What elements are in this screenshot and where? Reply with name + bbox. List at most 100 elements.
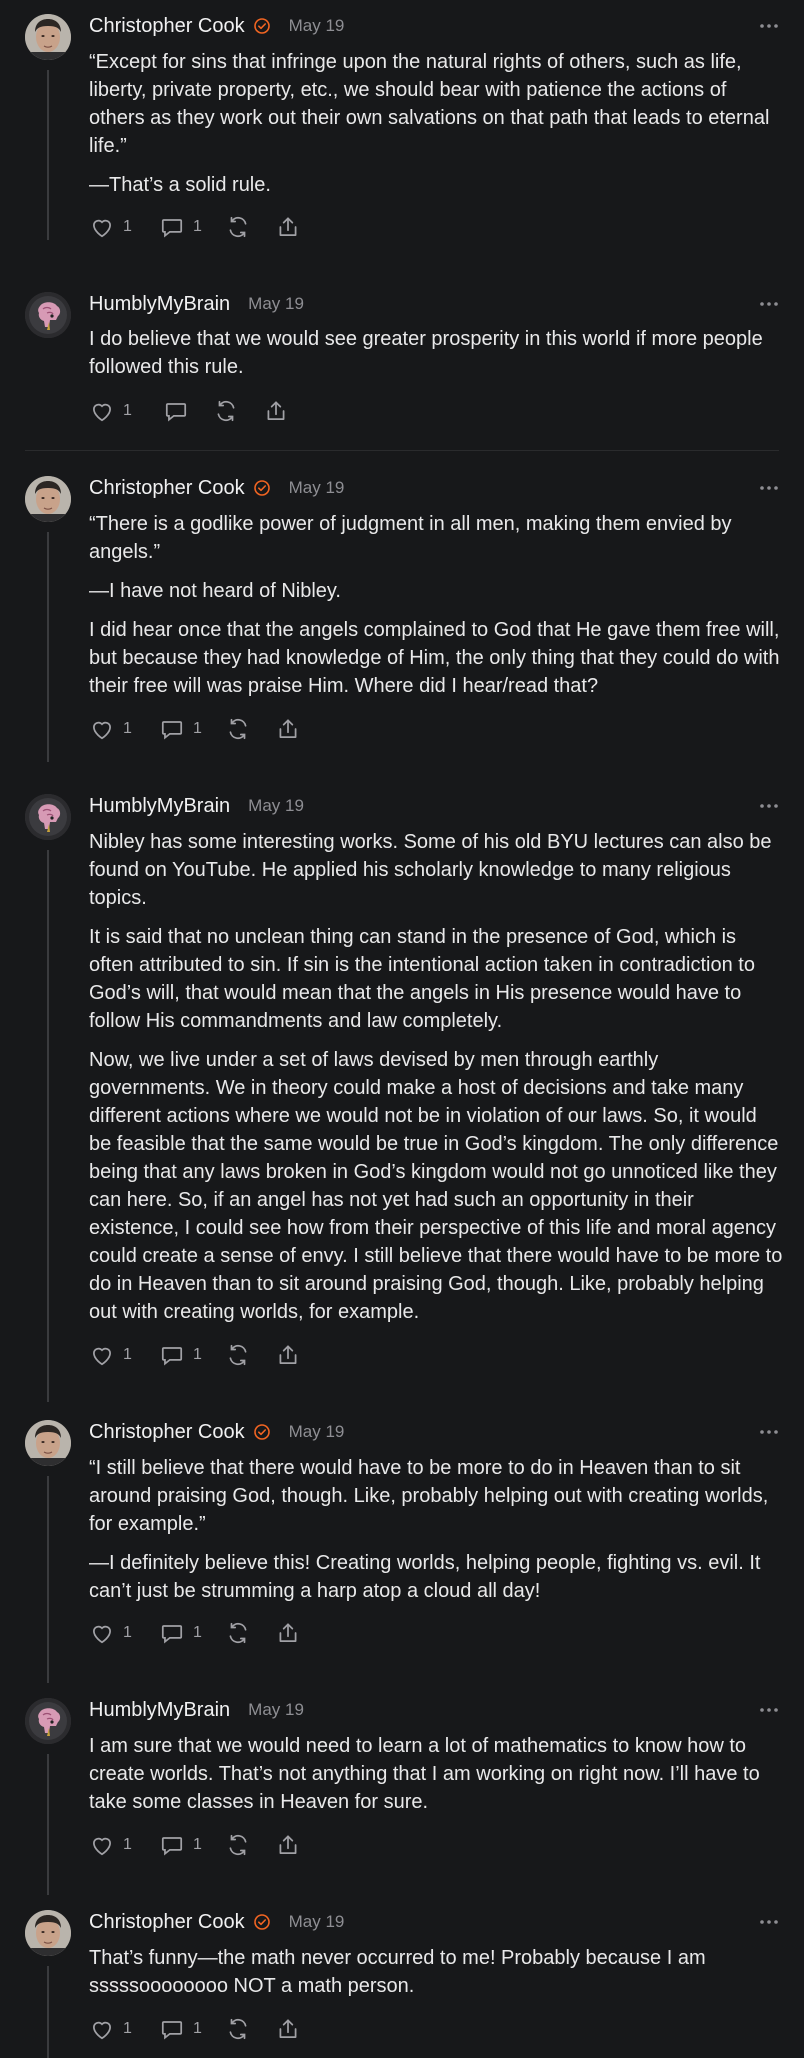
like-button[interactable]: 1 bbox=[89, 2016, 132, 2042]
reply-count: 1 bbox=[193, 720, 202, 737]
avatar[interactable] bbox=[25, 1698, 71, 1744]
repost-icon bbox=[225, 1620, 251, 1646]
like-button[interactable]: 1 bbox=[89, 398, 132, 424]
post-date[interactable]: May 19 bbox=[289, 1912, 345, 1932]
share-button[interactable] bbox=[275, 1832, 301, 1858]
repost-button[interactable] bbox=[225, 1832, 251, 1858]
reply-button[interactable]: 1 bbox=[159, 2016, 202, 2042]
post-paragraph: “Except for sins that infringe upon the … bbox=[89, 51, 770, 157]
verified-badge-icon bbox=[245, 1913, 271, 1931]
repost-icon bbox=[225, 1342, 251, 1368]
post-date[interactable]: May 19 bbox=[289, 16, 345, 36]
share-button[interactable] bbox=[275, 716, 301, 742]
post-body: “I still believe that there would have t… bbox=[89, 1454, 784, 1616]
repost-icon bbox=[225, 214, 251, 240]
post-paragraph: —That’s a solid rule. bbox=[89, 174, 271, 196]
post-paragraph: “There is a godlike power of judgment in… bbox=[89, 513, 732, 563]
author-name[interactable]: Christopher Cook bbox=[89, 15, 245, 38]
avatar[interactable] bbox=[25, 794, 71, 840]
post-date[interactable]: May 19 bbox=[289, 1422, 345, 1442]
heart-icon bbox=[89, 2016, 115, 2042]
thread-divider bbox=[25, 450, 779, 451]
share-button[interactable] bbox=[275, 214, 301, 240]
author-name[interactable]: HumblyMyBrain bbox=[89, 293, 230, 316]
like-count: 1 bbox=[123, 1836, 132, 1853]
repost-button[interactable] bbox=[225, 1342, 251, 1368]
like-button[interactable]: 1 bbox=[89, 1832, 132, 1858]
reply-count: 1 bbox=[193, 218, 202, 235]
thread-connector-line bbox=[47, 1966, 49, 2058]
share-icon bbox=[275, 1342, 301, 1368]
post-date[interactable]: May 19 bbox=[248, 796, 304, 816]
repost-button[interactable] bbox=[225, 1620, 251, 1646]
repost-button[interactable] bbox=[225, 214, 251, 240]
repost-button[interactable] bbox=[225, 2016, 251, 2042]
avatar[interactable] bbox=[25, 1420, 71, 1466]
share-button[interactable] bbox=[275, 1342, 301, 1368]
post-paragraph: That’s funny—the math never occurred to … bbox=[89, 1947, 706, 1997]
more-options-icon[interactable] bbox=[759, 291, 779, 317]
more-options-icon[interactable] bbox=[759, 1697, 779, 1723]
author-name[interactable]: Christopher Cook bbox=[89, 1421, 245, 1444]
more-options-icon[interactable] bbox=[759, 793, 779, 819]
like-count: 1 bbox=[123, 2020, 132, 2037]
like-count: 1 bbox=[123, 720, 132, 737]
author-name[interactable]: HumblyMyBrain bbox=[89, 795, 230, 818]
author-name[interactable]: HumblyMyBrain bbox=[89, 1699, 230, 1722]
post-body: I do believe that we would see greater p… bbox=[89, 325, 784, 392]
post-date[interactable]: May 19 bbox=[289, 478, 345, 498]
reply-button[interactable]: 1 bbox=[159, 1832, 202, 1858]
like-button[interactable]: 1 bbox=[89, 1342, 132, 1368]
reply-button[interactable]: 1 bbox=[159, 1620, 202, 1646]
post-actions: 11 bbox=[89, 214, 329, 242]
reply-count: 1 bbox=[193, 1836, 202, 1853]
share-button[interactable] bbox=[275, 2016, 301, 2042]
more-options-icon[interactable] bbox=[759, 1909, 779, 1935]
repost-icon bbox=[213, 398, 239, 424]
heart-icon bbox=[89, 1342, 115, 1368]
share-button[interactable] bbox=[275, 1620, 301, 1646]
share-icon bbox=[263, 398, 289, 424]
reply-button[interactable] bbox=[163, 398, 189, 424]
verified-badge-icon bbox=[245, 479, 271, 497]
share-button[interactable] bbox=[263, 398, 289, 424]
post-date[interactable]: May 19 bbox=[248, 1700, 304, 1720]
heart-icon bbox=[89, 1832, 115, 1858]
reply-icon bbox=[163, 398, 189, 424]
repost-icon bbox=[225, 1832, 251, 1858]
reply-icon bbox=[159, 1342, 185, 1368]
repost-button[interactable] bbox=[225, 716, 251, 742]
avatar[interactable] bbox=[25, 292, 71, 338]
like-button[interactable]: 1 bbox=[89, 1620, 132, 1646]
like-button[interactable]: 1 bbox=[89, 716, 132, 742]
post-header: HumblyMyBrain May 19 bbox=[89, 1697, 304, 1723]
more-options-icon[interactable] bbox=[759, 1419, 779, 1445]
more-options-icon[interactable] bbox=[759, 475, 779, 501]
reply-icon bbox=[159, 2016, 185, 2042]
reply-button[interactable]: 1 bbox=[159, 716, 202, 742]
share-icon bbox=[275, 2016, 301, 2042]
post-paragraph: —I have not heard of Nibley. bbox=[89, 580, 341, 602]
repost-button[interactable] bbox=[213, 398, 239, 424]
author-name[interactable]: Christopher Cook bbox=[89, 1911, 245, 1934]
post-body: I am sure that we would need to learn a … bbox=[89, 1732, 784, 1827]
post-body: “There is a godlike power of judgment in… bbox=[89, 510, 784, 711]
reply-icon bbox=[159, 716, 185, 742]
more-options-icon[interactable] bbox=[759, 13, 779, 39]
post-paragraph: I am sure that we would need to learn a … bbox=[89, 1735, 760, 1813]
reply-button[interactable]: 1 bbox=[159, 214, 202, 240]
post-date[interactable]: May 19 bbox=[248, 294, 304, 314]
reply-button[interactable]: 1 bbox=[159, 1342, 202, 1368]
like-button[interactable]: 1 bbox=[89, 214, 132, 240]
thread-feed: Christopher Cook May 19 “Except for sins t… bbox=[0, 0, 804, 2058]
post-header: HumblyMyBrain May 19 bbox=[89, 291, 304, 317]
heart-icon bbox=[89, 1620, 115, 1646]
avatar[interactable] bbox=[25, 14, 71, 60]
avatar[interactable] bbox=[25, 1910, 71, 1956]
like-count: 1 bbox=[123, 1624, 132, 1641]
author-name[interactable]: Christopher Cook bbox=[89, 477, 245, 500]
like-count: 1 bbox=[123, 218, 132, 235]
verified-badge-icon bbox=[245, 17, 271, 35]
avatar[interactable] bbox=[25, 476, 71, 522]
post-paragraph: Nibley has some interesting works. Some … bbox=[89, 831, 772, 909]
